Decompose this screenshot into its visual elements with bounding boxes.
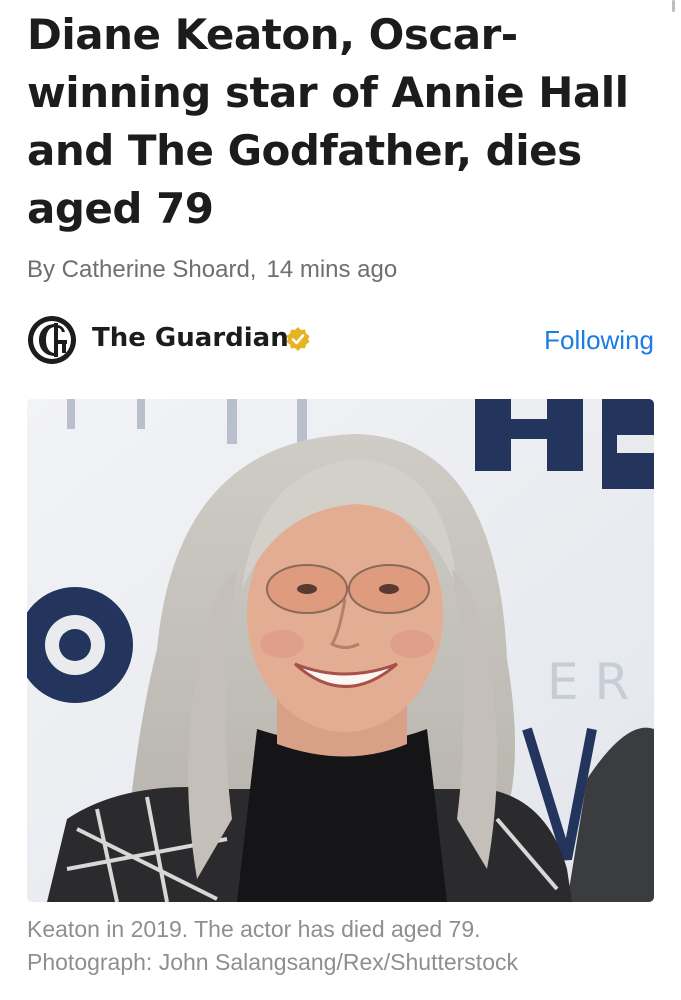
photo-caption: Keaton in 2019. The actor has died aged … bbox=[27, 913, 657, 979]
byline-author[interactable]: By Catherine Shoard, bbox=[27, 256, 256, 283]
svg-text:E R: E R bbox=[547, 653, 629, 711]
byline-timestamp: 14 mins ago bbox=[266, 256, 398, 283]
article-headline: Diane Keaton, Oscar-winning star of Anni… bbox=[27, 10, 629, 233]
publisher-row: The Guardian Following bbox=[27, 314, 654, 364]
scroll-indicator[interactable] bbox=[672, 0, 675, 12]
verified-badge-icon bbox=[285, 326, 311, 352]
following-button[interactable]: Following bbox=[544, 324, 654, 356]
guardian-logo-icon[interactable] bbox=[27, 315, 77, 365]
publisher-name[interactable]: The Guardian bbox=[92, 321, 289, 355]
caption-credit: Photograph: John Salangsang/Rex/Shutters… bbox=[27, 949, 518, 975]
caption-text: Keaton in 2019. The actor has died aged … bbox=[27, 916, 481, 942]
byline: By Catherine Shoard, 14 mins ago bbox=[27, 255, 397, 285]
article-photo[interactable]: E R bbox=[27, 399, 654, 902]
